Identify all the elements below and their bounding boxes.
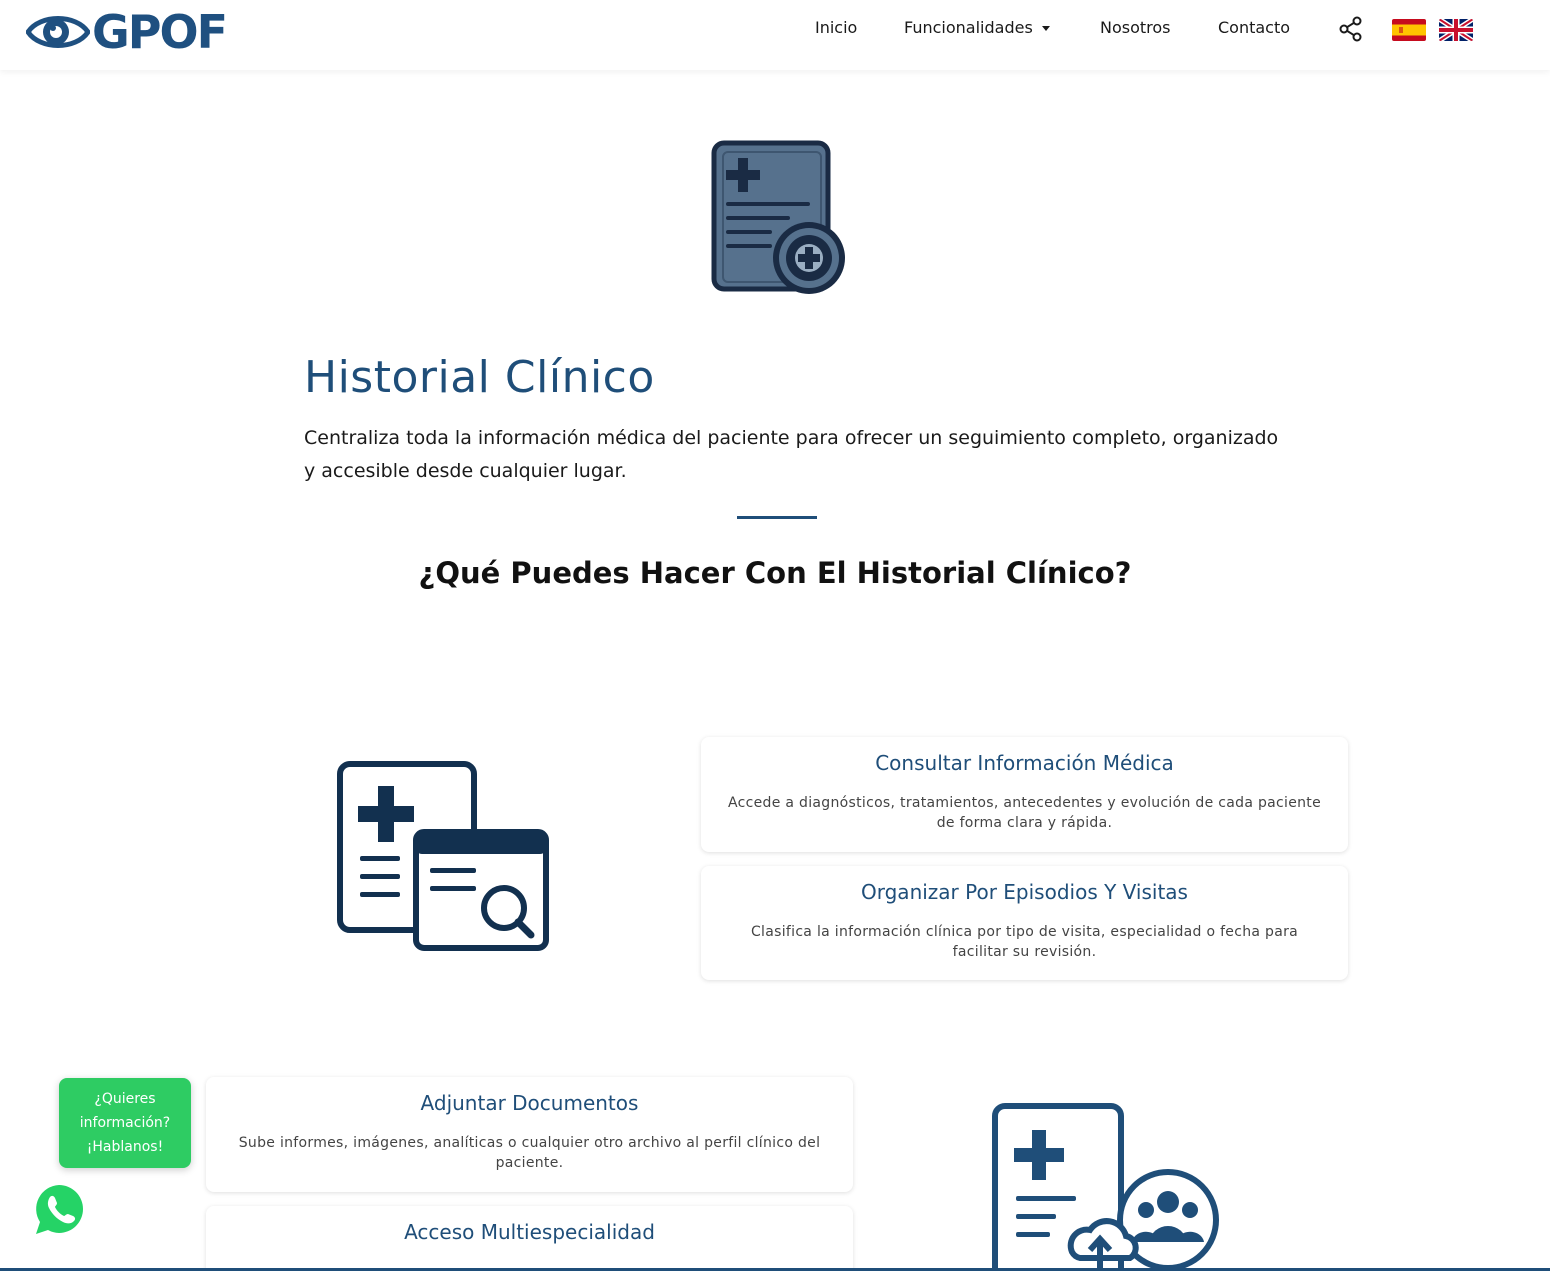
page-title: Historial Clínico: [304, 352, 655, 403]
chat-bubble-line: información?: [79, 1115, 171, 1131]
feature-title: Consultar Información Médica: [875, 751, 1174, 775]
chevron-down-icon: [1041, 26, 1050, 31]
flag-es-icon[interactable]: [1392, 19, 1426, 41]
feature-text: Clasifica la información clínica por tip…: [750, 924, 1299, 960]
chat-info-bubble[interactable]: ¿Quieres información? ¡Hablanos!: [59, 1078, 191, 1168]
nav-funcionalidades-dropdown[interactable]: Funcionalidades: [904, 18, 1050, 37]
section-divider: [737, 516, 817, 519]
feature-text: Sube informes, imágenes, analíticas o cu…: [238, 1135, 821, 1171]
whatsapp-icon[interactable]: [30, 1180, 88, 1238]
flag-uk-icon[interactable]: [1439, 19, 1473, 41]
medical-record-eye-icon: [711, 140, 845, 294]
share-icon[interactable]: [1338, 16, 1364, 42]
feature-title: Organizar Por Episodios Y Visitas: [861, 880, 1188, 904]
medical-record-search-icon: [337, 761, 549, 951]
chat-bubble-line: ¡Hablanos!: [86, 1139, 164, 1155]
navbar: GPOF Inicio Funcionalidades Nosotros Con…: [0, 0, 1550, 70]
feature-title: Acceso Multiespecialidad: [404, 1220, 655, 1244]
feature-text: Accede a diagnósticos, tratamientos, ant…: [728, 795, 1321, 831]
main-nav: Inicio Funcionalidades Nosotros Contacto: [0, 18, 1550, 40]
page-description: Centraliza toda la información médica de…: [304, 427, 1279, 482]
medical-record-upload-group-icon: [992, 1103, 1219, 1268]
section-title: ¿Qué Puedes Hacer Con El Historial Clíni…: [418, 556, 1132, 590]
feature-card: Acceso Multiespecialidad: [206, 1206, 853, 1271]
nav-contacto[interactable]: Contacto: [1218, 18, 1290, 37]
nav-inicio[interactable]: Inicio: [815, 18, 857, 37]
nav-nosotros[interactable]: Nosotros: [1100, 18, 1171, 37]
chat-bubble-line: ¿Quieres: [94, 1091, 156, 1107]
feature-title: Adjuntar Documentos: [420, 1091, 639, 1115]
nav-funcionalidades-label: Funcionalidades: [904, 18, 1033, 37]
feature-card: Adjuntar Documentos Sube informes, imáge…: [206, 1077, 853, 1192]
feature-card: Organizar Por Episodios Y Visitas Clasif…: [701, 866, 1348, 980]
feature-card: Consultar Información Médica Accede a di…: [701, 737, 1348, 852]
